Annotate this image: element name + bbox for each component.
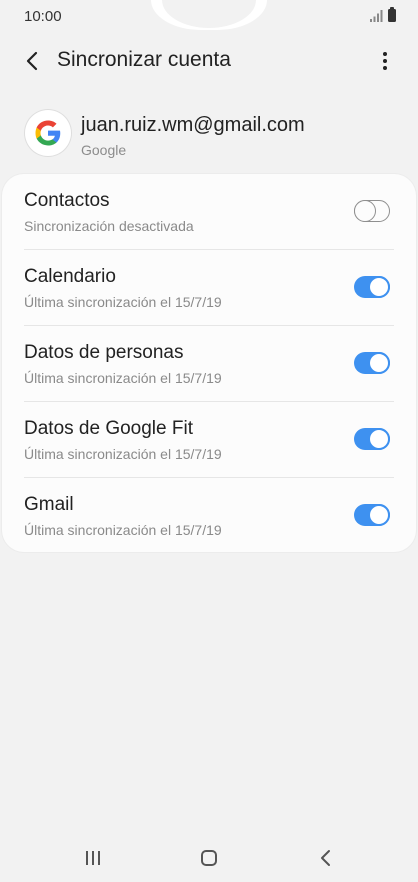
sync-item-calendario[interactable]: Calendario Última sincronización el 15/7…	[2, 250, 416, 326]
more-vert-icon[interactable]	[374, 50, 396, 72]
back-arrow-icon[interactable]	[20, 48, 46, 74]
status-time: 10:00	[24, 8, 62, 25]
navigation-bar	[0, 836, 418, 882]
sync-item-subtitle: Última sincronización el 15/7/19	[24, 446, 222, 462]
sync-toggle-contactos[interactable]	[354, 200, 390, 222]
home-icon[interactable]	[197, 846, 221, 870]
account-email: juan.ruiz.wm@gmail.com	[81, 114, 305, 136]
sync-item-subtitle: Última sincronización el 15/7/19	[24, 522, 222, 538]
account-type: Google	[81, 142, 127, 158]
signal-icon	[370, 10, 383, 22]
sync-item-gmail[interactable]: Gmail Última sincronización el 15/7/19	[2, 478, 416, 554]
battery-icon	[388, 7, 396, 22]
sync-item-title: Datos de personas	[24, 342, 184, 363]
sync-item-datos-de-google-fit[interactable]: Datos de Google Fit Última sincronizació…	[2, 402, 416, 478]
recent-apps-icon[interactable]	[81, 846, 105, 870]
avatar	[25, 110, 71, 156]
sync-item-title: Contactos	[24, 190, 110, 211]
page-title: Sincronizar cuenta	[57, 48, 231, 71]
sync-item-contactos[interactable]: Contactos Sincronización desactivada	[2, 174, 416, 250]
sync-item-subtitle: Sincronización desactivada	[24, 218, 194, 234]
sync-item-datos-de-personas[interactable]: Datos de personas Última sincronización …	[2, 326, 416, 402]
status-bar: 10:00	[0, 0, 418, 34]
sync-toggle-datos-de-google-fit[interactable]	[354, 428, 390, 450]
sync-toggle-gmail[interactable]	[354, 504, 390, 526]
account-header: juan.ruiz.wm@gmail.com Google	[0, 106, 418, 164]
app-bar: Sincronizar cuenta	[0, 38, 418, 84]
sync-item-subtitle: Última sincronización el 15/7/19	[24, 370, 222, 386]
sync-item-title: Calendario	[24, 266, 116, 287]
sync-item-title: Gmail	[24, 494, 74, 515]
system-icons	[370, 7, 396, 22]
sync-items-card: Contactos Sincronización desactivada Cal…	[2, 174, 416, 552]
back-icon[interactable]	[314, 846, 338, 870]
sync-toggle-calendario[interactable]	[354, 276, 390, 298]
sync-item-subtitle: Última sincronización el 15/7/19	[24, 294, 222, 310]
sync-item-title: Datos de Google Fit	[24, 418, 193, 439]
google-logo-icon	[35, 120, 61, 146]
sync-toggle-datos-de-personas[interactable]	[354, 352, 390, 374]
